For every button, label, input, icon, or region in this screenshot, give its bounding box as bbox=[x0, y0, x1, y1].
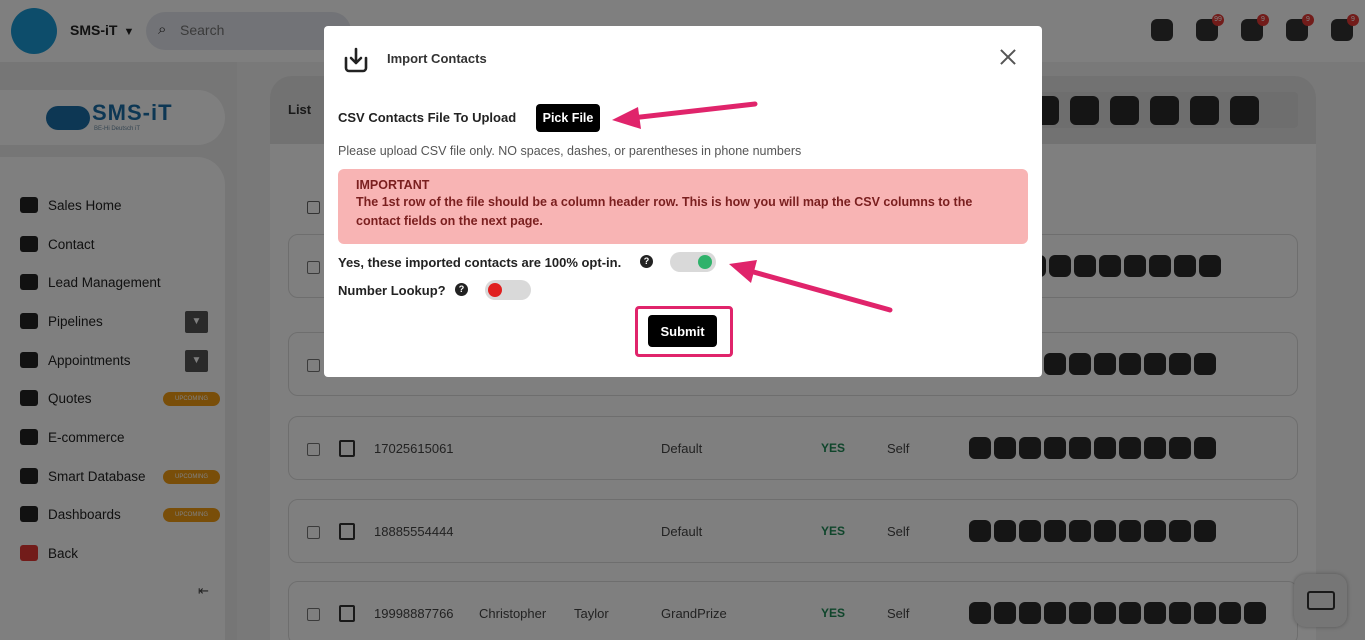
submit-button[interactable]: Submit bbox=[648, 315, 717, 347]
toggle-knob bbox=[488, 283, 502, 297]
number-lookup-label: Number Lookup? bbox=[338, 283, 446, 298]
modal-title: Import Contacts bbox=[387, 51, 487, 66]
alert-title: IMPORTANT bbox=[356, 178, 430, 192]
help-icon[interactable]: ? bbox=[640, 255, 653, 268]
help-icon[interactable]: ? bbox=[455, 283, 468, 296]
import-contacts-modal: Import Contacts CSV Contacts File To Upl… bbox=[324, 26, 1042, 377]
alert-text: The 1st row of the file should be a colu… bbox=[356, 195, 973, 228]
optin-toggle[interactable] bbox=[670, 252, 716, 272]
important-alert: IMPORTANT The 1st row of the file should… bbox=[338, 169, 1028, 244]
import-icon bbox=[344, 47, 368, 73]
upload-hint: Please upload CSV file only. NO spaces, … bbox=[338, 144, 802, 158]
csv-file-label: CSV Contacts File To Upload bbox=[338, 110, 517, 125]
close-icon[interactable] bbox=[997, 46, 1019, 68]
number-lookup-toggle[interactable] bbox=[485, 280, 531, 300]
pick-file-button[interactable]: Pick File bbox=[536, 104, 600, 132]
optin-label: Yes, these imported contacts are 100% op… bbox=[338, 255, 622, 270]
toggle-knob bbox=[698, 255, 712, 269]
